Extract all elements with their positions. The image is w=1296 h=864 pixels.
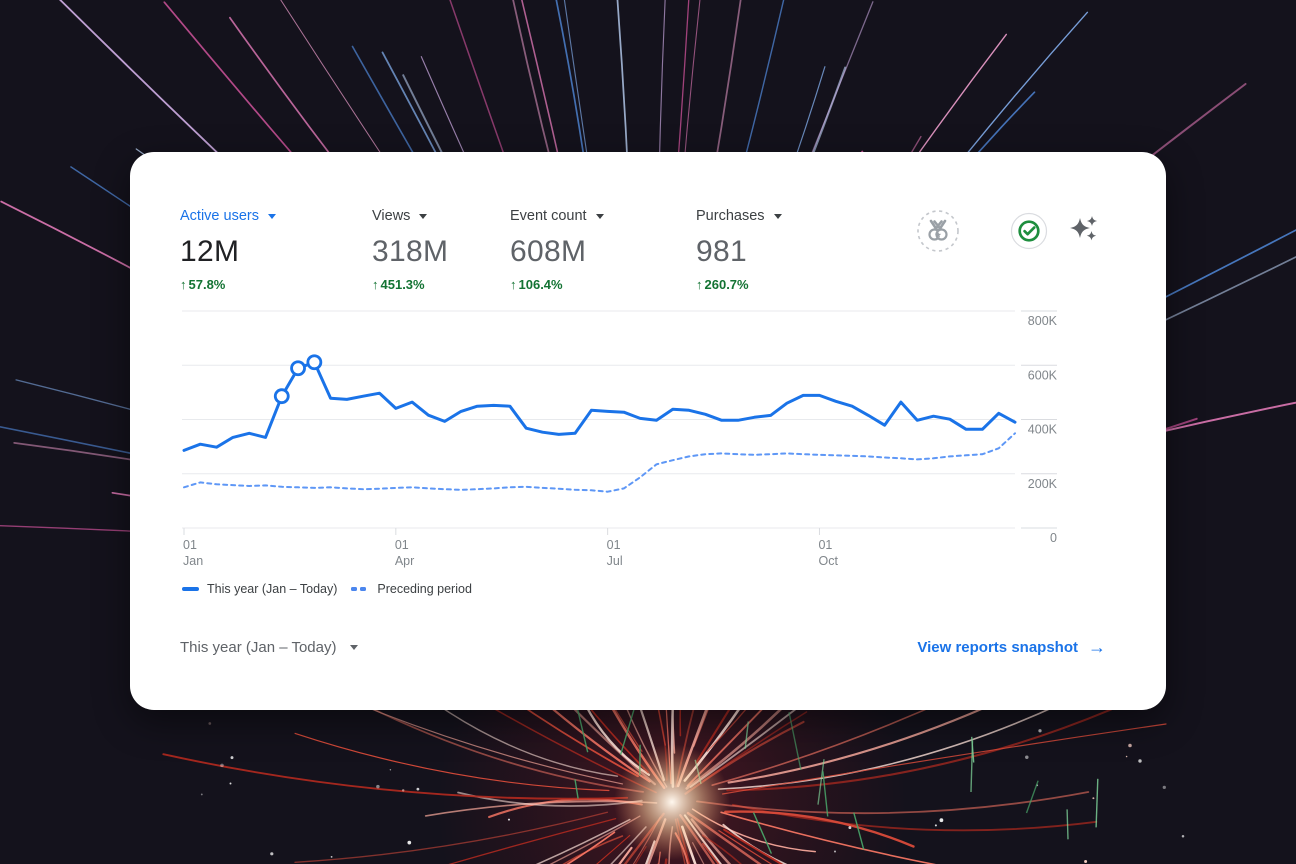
metric-views[interactable]: Views 318M ↑451.3% (372, 206, 510, 292)
benchmarking-medal-icon[interactable] (916, 209, 960, 253)
insights-sparkles-icon[interactable] (1066, 213, 1102, 249)
up-arrow-icon: ↑ (180, 277, 187, 292)
dashed-line-swatch (351, 587, 369, 591)
metric-value: 608M (510, 235, 696, 269)
svg-text:800K: 800K (1028, 314, 1058, 328)
header-icons (916, 209, 1102, 253)
metric-delta: ↑106.4% (510, 277, 696, 292)
data-quality-check-icon[interactable] (1010, 212, 1048, 250)
up-arrow-icon: ↑ (696, 277, 703, 292)
card-footer: This year (Jan – Today) View reports sna… (180, 637, 1106, 658)
metric-purchases[interactable]: Purchases 981 ↑260.7% (696, 206, 846, 292)
metric-value: 981 (696, 235, 846, 269)
metric-label-row: Event count (510, 206, 696, 226)
svg-text:Oct: Oct (818, 554, 838, 568)
metric-value: 318M (372, 235, 510, 269)
legend-label: This year (Jan – Today) (207, 582, 337, 596)
metric-active-users[interactable]: Active users 12M ↑57.8% (180, 206, 372, 292)
metric-event-count[interactable]: Event count 608M ↑106.4% (510, 206, 696, 292)
metric-label: Active users (180, 206, 259, 226)
timeseries-chart: 800K 600K 400K 200K 0 01 Jan 01 Apr 01 Jul 01 Oct (180, 300, 1070, 585)
up-arrow-icon: ↑ (510, 277, 517, 292)
metric-delta: ↑451.3% (372, 277, 510, 292)
legend-item-this-year: This year (Jan – Today) (182, 582, 337, 596)
metric-label-row: Purchases (696, 206, 846, 226)
dropdown-arrow-icon (419, 214, 427, 219)
svg-text:01: 01 (607, 538, 621, 552)
arrow-right-icon: → (1088, 637, 1106, 658)
metric-label: Event count (510, 206, 587, 226)
dropdown-arrow-icon (596, 214, 604, 219)
svg-text:Apr: Apr (395, 554, 414, 568)
analytics-summary-card: Active users 12M ↑57.8% Views 318M ↑451.… (130, 152, 1166, 710)
metric-label: Views (372, 206, 410, 226)
metric-value: 12M (180, 235, 372, 269)
svg-text:400K: 400K (1028, 423, 1058, 437)
dropdown-arrow-icon (774, 214, 782, 219)
dropdown-arrow-icon (268, 214, 276, 219)
link-label: View reports snapshot (917, 639, 1078, 656)
svg-text:200K: 200K (1028, 477, 1058, 491)
metric-label-row: Views (372, 206, 510, 226)
date-range-selector[interactable]: This year (Jan – Today) (180, 639, 358, 656)
up-arrow-icon: ↑ (372, 277, 379, 292)
svg-text:Jan: Jan (183, 554, 203, 568)
legend-label: Preceding period (377, 582, 472, 596)
svg-text:01: 01 (183, 538, 197, 552)
svg-text:0: 0 (1050, 531, 1057, 545)
metric-delta: ↑260.7% (696, 277, 846, 292)
chart-legend: This year (Jan – Today) Preceding period (182, 582, 486, 596)
view-reports-snapshot-link[interactable]: View reports snapshot → (917, 637, 1106, 658)
svg-text:Jul: Jul (607, 554, 623, 568)
metric-label-row: Active users (180, 206, 372, 226)
svg-text:01: 01 (818, 538, 832, 552)
dropdown-arrow-icon (350, 645, 358, 650)
solid-line-swatch (182, 587, 199, 591)
legend-item-preceding: Preceding period (351, 582, 472, 596)
svg-text:01: 01 (395, 538, 409, 552)
metric-label: Purchases (696, 206, 765, 226)
date-range-label: This year (Jan – Today) (180, 639, 336, 656)
svg-text:600K: 600K (1028, 368, 1058, 382)
metric-delta: ↑57.8% (180, 277, 372, 292)
